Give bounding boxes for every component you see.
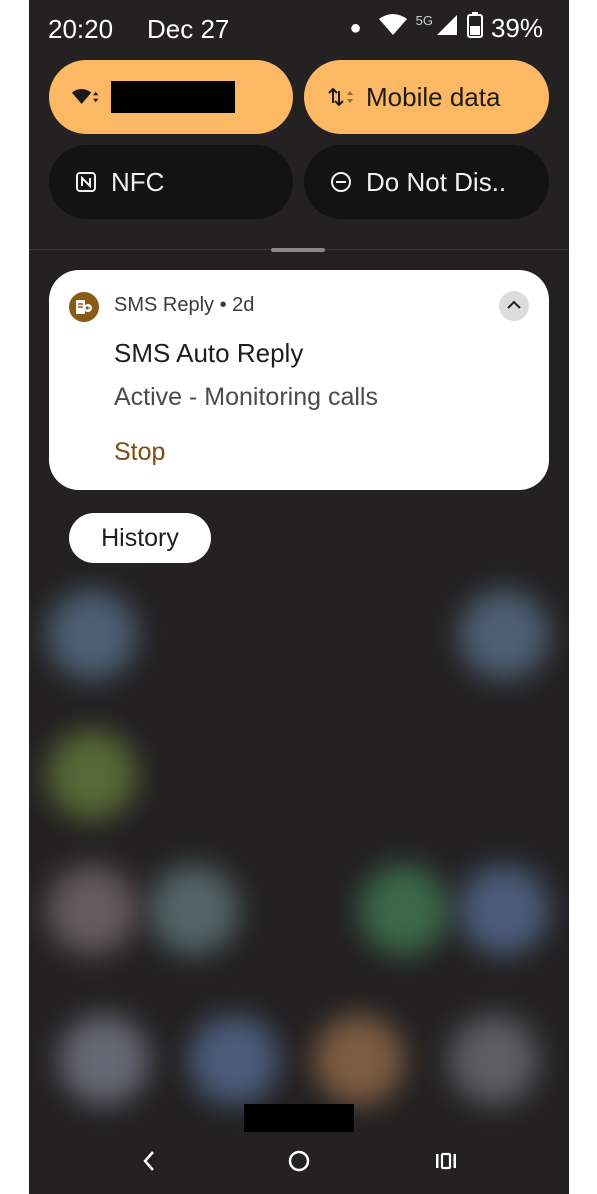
blurred-app-icon [359,865,449,955]
home-button[interactable] [279,1148,319,1178]
minus-circle-icon [326,167,356,197]
redacted-area [244,1104,354,1132]
status-date: Dec 27 [147,14,230,44]
blurred-app-icon [459,590,549,680]
blurred-app-icon [47,730,137,820]
nfc-icon [71,167,101,197]
mobile-data-tile[interactable]: Mobile data [304,60,549,134]
chevron-up-icon [506,297,522,315]
blurred-app-icon [59,1015,149,1105]
wifi-tile[interactable] [49,60,293,134]
status-time: 20:20 [48,14,114,44]
network-type: 5G [415,13,433,28]
blurred-app-icon [459,865,549,955]
notification-text: Active - Monitoring calls [114,383,378,411]
notification-card[interactable]: SMS Reply • 2d SMS Auto Reply Active - M… [49,270,549,490]
notification-header: SMS Reply • 2d [114,294,254,317]
recents-icon [434,1151,458,1176]
dnd-label: Do Not Dis.. [366,166,507,197]
battery-icon [466,12,483,45]
phone-screen: 20:20 Dec 27 ● 5G 39% Mobile data NFC Do… [29,0,569,1194]
notification-dot-icon: ● [349,17,362,39]
data-arrows-icon [326,82,356,112]
blurred-app-icon [149,865,239,955]
collapse-button[interactable] [499,291,529,321]
battery-percent: 39% [490,13,543,43]
sms-reply-app-icon [69,292,99,322]
stop-button[interactable]: Stop [114,438,165,467]
blurred-app-icon [47,865,137,955]
recents-button[interactable] [426,1148,466,1178]
cellular-signal-icon [435,13,459,44]
blurred-app-icon [189,1015,279,1105]
blurred-app-icon [314,1015,404,1105]
home-icon [287,1149,311,1178]
back-icon [142,1150,156,1177]
do-not-disturb-tile[interactable]: Do Not Dis.. [304,145,549,219]
nfc-label: NFC [111,166,165,197]
notification-app-name: SMS Reply [114,294,215,316]
shade-drag-handle[interactable] [271,248,325,252]
header-separator: • [219,294,227,316]
notification-title: SMS Auto Reply [114,338,304,368]
wifi-status-icon [378,13,408,44]
blurred-app-icon [47,590,137,680]
blurred-app-icon [449,1015,539,1105]
notification-age: 2d [232,294,255,316]
status-bar: 20:20 Dec 27 ● 5G 39% [29,0,569,60]
redacted-network-name [111,81,235,113]
history-button[interactable]: History [69,513,211,563]
nfc-tile[interactable]: NFC [49,145,293,219]
navigation-bar [29,1130,569,1194]
status-icons: ● 5G 39% [350,12,543,45]
back-button[interactable] [129,1148,169,1178]
mobile-data-label: Mobile data [366,81,501,112]
wifi-icon [71,82,101,112]
